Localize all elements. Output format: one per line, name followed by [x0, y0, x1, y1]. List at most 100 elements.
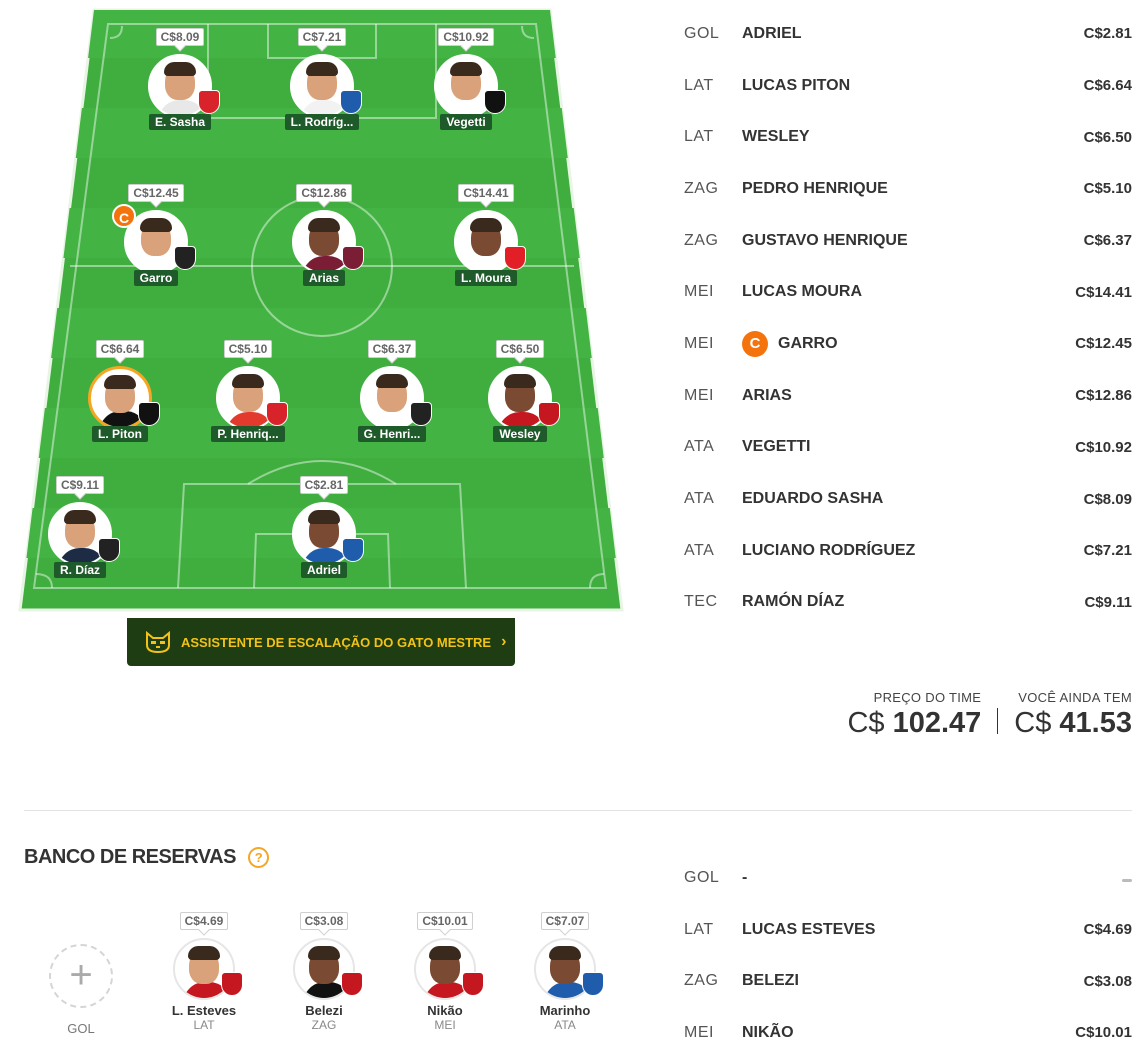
field-player-gustavo[interactable]: C$6.37 G. Henri...	[332, 340, 452, 453]
lineup-row[interactable]: LAT WESLEY C$6.50	[684, 111, 1132, 163]
field-player-wesley[interactable]: C$6.50 Wesley	[460, 340, 580, 453]
field-player-avatar[interactable]	[216, 366, 288, 430]
lineup-row[interactable]: GOL ADRIEL C$2.81	[684, 8, 1132, 60]
position-label: GOL	[684, 24, 720, 42]
lineup-row[interactable]: LAT LUCAS PITON C$6.64	[684, 60, 1132, 112]
player-name: ARIAS	[742, 387, 1052, 405]
bench-player[interactable]: C$4.69 L. Esteves LAT	[149, 912, 259, 1032]
player-name-tag: Vegetti	[440, 114, 492, 130]
field-player-sasha[interactable]: C$8.09 E. Sasha	[120, 28, 240, 141]
player-name: BELEZI	[742, 972, 1052, 990]
field-player-piton[interactable]: C$6.64 L. Piton	[60, 340, 180, 453]
bench-list-row[interactable]: GOL -	[684, 852, 1132, 904]
player-name: NIKÃO	[742, 1024, 1052, 1042]
lineup-row[interactable]: ATA EDUARDO SASHA C$8.09	[684, 473, 1132, 525]
section-divider	[24, 810, 1132, 811]
player-hair	[470, 218, 502, 232]
lineup-row[interactable]: MEI LUCAS MOURA C$14.41	[684, 266, 1132, 318]
add-goalkeeper-button[interactable]: +	[49, 944, 113, 1008]
player-price: C$12.45	[1075, 335, 1132, 353]
field-player-avatar[interactable]	[360, 366, 432, 430]
field-player-avatar[interactable]: C	[112, 204, 196, 274]
lineup-row[interactable]: MEI ARIAS C$12.86	[684, 370, 1132, 422]
bench-player-avatar[interactable]	[534, 938, 604, 1000]
field-player-avatar[interactable]	[88, 366, 160, 430]
club-crest-icon	[342, 538, 364, 562]
player-price: C$3.08	[1083, 972, 1132, 990]
chevron-right-icon: ›	[501, 633, 507, 650]
bench-player-avatar[interactable]	[293, 938, 363, 1000]
player-name-tag: Wesley	[493, 426, 547, 442]
field-player-henrique[interactable]: C$5.10 P. Henriq...	[188, 340, 308, 453]
team-price: PREÇO DO TIME C$ 102.47	[847, 690, 981, 740]
field-player-rodriguez[interactable]: C$7.21 L. Rodríg...	[262, 28, 382, 141]
field-player-arias[interactable]: C$12.86 Arias	[264, 184, 384, 297]
lineup-row[interactable]: TEC RAMÓN DÍAZ C$9.11	[684, 577, 1132, 629]
position-label: ZAG	[684, 231, 719, 249]
player-price: C$6.37	[1083, 232, 1132, 250]
field-player-avatar[interactable]	[488, 366, 560, 430]
club-crest-icon	[198, 90, 220, 114]
dropdown-indicator-icon[interactable]	[1122, 879, 1132, 883]
bench-player-avatar[interactable]	[414, 938, 484, 1000]
player-price-tag: C$10.01	[417, 912, 473, 930]
position-label: LAT	[684, 76, 714, 94]
bench-title: BANCO DE RESERVAS ?	[24, 846, 269, 869]
player-price-tag: C$6.37	[367, 340, 417, 358]
cat-icon	[146, 631, 170, 653]
player-price: C$6.50	[1083, 128, 1132, 146]
bench-player[interactable]: C$10.01 Nikão MEI	[390, 912, 500, 1032]
player-name-tag: Garro	[133, 270, 179, 286]
club-crest-icon	[342, 246, 364, 270]
player-name-text: LUCIANO RODRÍGUEZ	[742, 541, 916, 559]
player-price: C$4.69	[1083, 921, 1132, 939]
assistant-label: ASSISTENTE DE ESCALAÇÃO DO GATO MESTRE	[181, 634, 492, 650]
bench-player-name: Nikão	[427, 1003, 463, 1018]
player-name-text: GUSTAVO HENRIQUE	[742, 231, 908, 249]
lineup-row[interactable]: ATA LUCIANO RODRÍGUEZ C$7.21	[684, 525, 1132, 577]
player-name: GUSTAVO HENRIQUE	[742, 232, 1052, 250]
field-player-diaz[interactable]: C$9.11 R. Díaz	[20, 476, 140, 589]
captain-badge-icon: C	[112, 204, 136, 228]
field-player-avatar[interactable]	[434, 54, 506, 118]
player-price: C$10.01	[1075, 1024, 1132, 1042]
player-price-tag: C$8.09	[155, 28, 205, 46]
club-crest-icon	[340, 90, 362, 114]
bench-list-row[interactable]: ZAG BELEZI C$3.08	[684, 955, 1132, 1007]
field-player-avatar[interactable]	[292, 210, 364, 274]
player-name-text: WESLEY	[742, 128, 810, 146]
lineup-row[interactable]: MEI C GARRO C$12.45	[684, 318, 1132, 370]
field-player-avatar[interactable]	[48, 502, 120, 566]
player-hair	[549, 946, 581, 960]
player-name-text: EDUARDO SASHA	[742, 490, 884, 508]
player-price: C$7.21	[1083, 542, 1132, 560]
player-name-text: VEGETTI	[742, 438, 811, 456]
gato-mestre-assistant-button[interactable]: ASSISTENTE DE ESCALAÇÃO DO GATO MESTRE ›	[127, 618, 515, 666]
club-crest-icon	[582, 972, 604, 996]
field-player-garro[interactable]: C$12.45 C Garro	[96, 184, 216, 297]
field-player-avatar[interactable]	[454, 210, 526, 274]
bench-player[interactable]: C$7.07 Marinho ATA	[510, 912, 620, 1032]
field-player-moura[interactable]: C$14.41 L. Moura	[426, 184, 546, 297]
player-name-tag: G. Henri...	[357, 426, 427, 442]
lineup-row[interactable]: ZAG GUSTAVO HENRIQUE C$6.37	[684, 215, 1132, 267]
bench-player-avatar[interactable]	[173, 938, 243, 1000]
bench-list-row[interactable]: LAT LUCAS ESTEVES C$4.69	[684, 904, 1132, 956]
lineup-row[interactable]: ZAG PEDRO HENRIQUE C$5.10	[684, 163, 1132, 215]
field-player-avatar[interactable]	[290, 54, 362, 118]
bench-player-position: ZAG	[311, 1018, 337, 1032]
lineup-row[interactable]: ATA VEGETTI C$10.92	[684, 422, 1132, 474]
bench-list-row[interactable]: MEI NIKÃO C$10.01	[684, 1007, 1132, 1053]
help-icon[interactable]: ?	[247, 847, 269, 868]
player-name: LUCAS ESTEVES	[742, 921, 1052, 939]
field-player-avatar[interactable]	[292, 502, 364, 566]
player-hair	[188, 946, 220, 960]
captain-icon: C	[742, 330, 768, 357]
field-player-adriel[interactable]: C$2.81 Adriel	[264, 476, 384, 589]
field-player-avatar[interactable]	[148, 54, 220, 118]
player-name-tag: L. Moura	[455, 270, 517, 286]
field-player-vegetti[interactable]: C$10.92 Vegetti	[406, 28, 526, 141]
player-price-tag: C$12.86	[296, 184, 352, 202]
bench-player[interactable]: C$3.08 Belezi ZAG	[269, 912, 379, 1032]
player-hair	[232, 374, 264, 388]
